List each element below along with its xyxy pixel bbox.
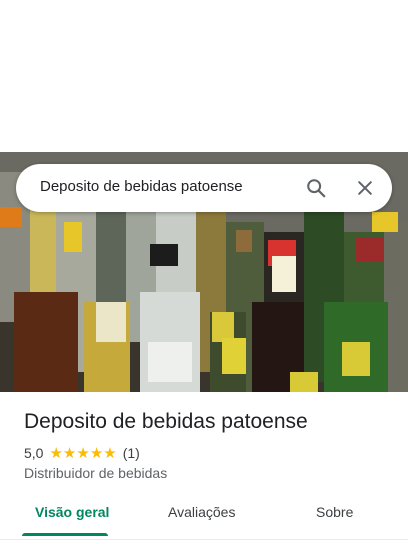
search-bar[interactable]: Deposito de bebidas patoense — [16, 164, 392, 212]
star-icon: ★ — [62, 444, 77, 462]
tab-overview[interactable]: Visão geral — [35, 504, 109, 520]
place-category: Distribuidor de bebidas — [24, 465, 168, 481]
tab-about[interactable]: Sobre — [316, 504, 353, 520]
star-rating: ★ ★ ★ ★ ★ — [49, 446, 116, 461]
active-tab-indicator — [22, 533, 108, 536]
tabs-divider — [0, 539, 408, 540]
star-icon: ★ — [103, 444, 117, 462]
close-icon[interactable] — [351, 174, 379, 202]
place-title: Deposito de bebidas patoense — [24, 410, 308, 433]
rating-row[interactable]: 5,0 ★ ★ ★ ★ ★ (1) — [24, 444, 140, 462]
blank-area — [0, 0, 408, 152]
star-icon: ★ — [76, 444, 90, 462]
search-query-text[interactable]: Deposito de bebidas patoense — [40, 178, 243, 195]
search-icon[interactable] — [302, 174, 330, 202]
rating-value: 5,0 — [24, 445, 44, 461]
star-icon: ★ — [49, 444, 63, 462]
tab-bar: Visão geral Avaliações Sobre — [0, 496, 408, 536]
star-icon: ★ — [89, 444, 104, 462]
tab-reviews[interactable]: Avaliações — [168, 504, 235, 520]
review-count[interactable]: (1) — [123, 445, 140, 461]
